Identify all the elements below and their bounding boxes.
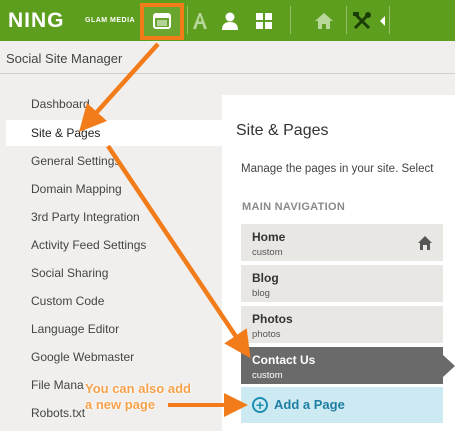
sidebar-item-activity-feed-settings[interactable]: Activity Feed Settings [0, 232, 222, 258]
main-panel: Site & Pages Manage the pages in your si… [222, 95, 455, 431]
sidebar-item-custom-code[interactable]: Custom Code [0, 288, 222, 314]
page-name: Photos [252, 312, 293, 326]
arrow-left-icon[interactable] [377, 11, 387, 31]
toolbar-separator [187, 6, 188, 34]
grid-icon[interactable] [254, 11, 274, 31]
sidebar-item-site-pages[interactable]: Site & Pages [6, 120, 222, 146]
add-page-button[interactable]: + Add a Page [241, 387, 443, 423]
main-navigation-label: MAIN NAVIGATION [242, 201, 346, 213]
sidebar-item-google-webmaster[interactable]: Google Webmaster [0, 344, 222, 370]
home-icon [417, 235, 433, 251]
user-icon[interactable] [220, 11, 240, 31]
toolbar-separator [389, 6, 390, 34]
toolbar-separator [290, 6, 291, 34]
sidebar-item-dashboard[interactable]: Dashboard [0, 91, 222, 117]
ning-logo[interactable]: NING [8, 9, 65, 33]
sidebar-item-social-sharing[interactable]: Social Sharing [0, 260, 222, 286]
plus-circle-icon: + [252, 397, 268, 413]
annotation-callout: You can also add a new page [85, 381, 191, 413]
section-title: Site & Pages [236, 122, 329, 139]
page-title: Social Site Manager [6, 51, 123, 66]
callout-line: You can also add [85, 381, 191, 396]
add-page-label: Add a Page [274, 397, 345, 412]
sidebar-item-3rd-party-integration[interactable]: 3rd Party Integration [0, 204, 222, 230]
page-row-home[interactable]: Home custom [241, 224, 443, 263]
page-row-contact-us[interactable]: Contact Us custom [241, 347, 455, 386]
page-type: photos [252, 329, 281, 340]
callout-line: a new page [85, 397, 156, 412]
window-icon[interactable] [152, 11, 172, 31]
home-icon[interactable] [314, 11, 334, 31]
page-type: custom [252, 370, 283, 381]
top-bar: NING GLAM MEDIA [0, 0, 455, 41]
page-row-blog[interactable]: Blog blog [241, 265, 443, 304]
sidebar-item-domain-mapping[interactable]: Domain Mapping [0, 176, 222, 202]
font-icon[interactable] [190, 11, 210, 31]
page-type: custom [252, 247, 283, 258]
page-name: Blog [252, 271, 279, 285]
page-row-photos[interactable]: Photos photos [241, 306, 443, 345]
page-name: Home [252, 230, 286, 244]
page-name: Contact Us [252, 353, 316, 367]
header-divider [0, 73, 455, 74]
page-type: blog [252, 288, 270, 299]
selected-row-pointer [443, 355, 455, 377]
sidebar-item-general-settings[interactable]: General Settings [0, 148, 222, 174]
sidebar-item-language-editor[interactable]: Language Editor [0, 316, 222, 342]
section-description: Manage the pages in your site. Select [241, 163, 434, 175]
logo-subtitle: GLAM MEDIA [85, 17, 136, 24]
tools-icon[interactable] [352, 11, 372, 31]
toolbar-separator [346, 6, 347, 34]
